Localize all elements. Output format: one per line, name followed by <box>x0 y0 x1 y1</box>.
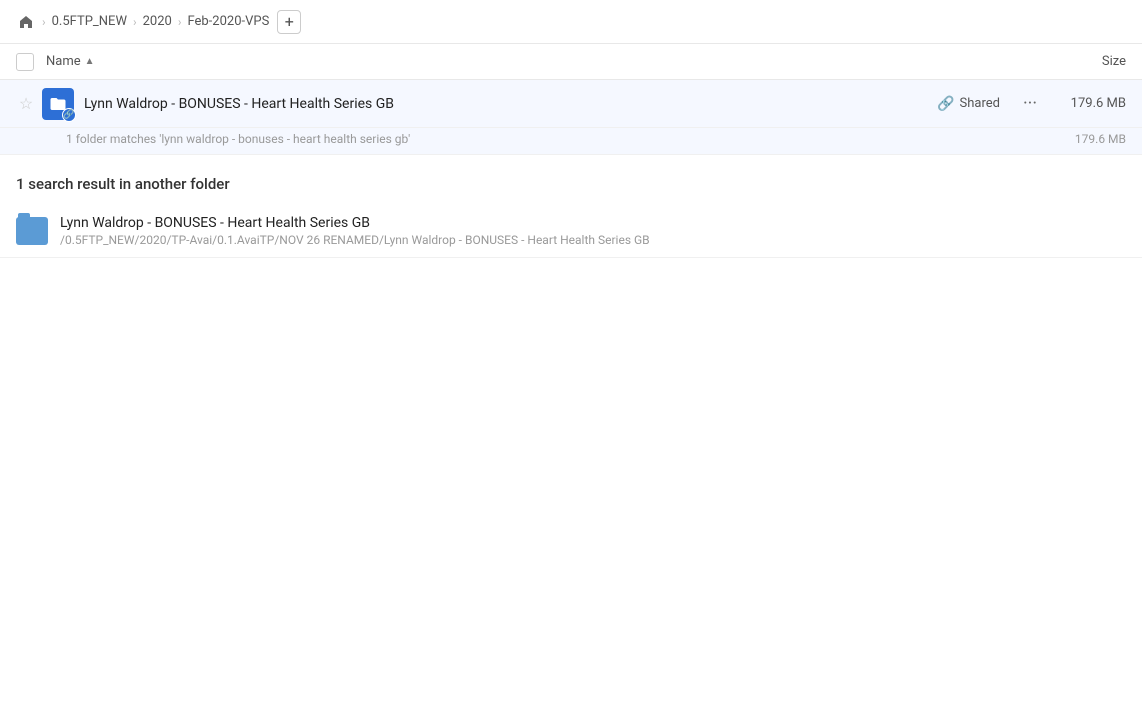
item-name-label: Lynn Waldrop - BONUSES - Heart Health Se… <box>84 96 937 112</box>
breadcrumb-sep-1: › <box>42 15 46 29</box>
folder-icon <box>16 217 48 245</box>
breadcrumb-item-2[interactable]: Feb-2020-VPS <box>187 14 269 29</box>
breadcrumb-item-1[interactable]: 2020 <box>143 14 172 29</box>
name-column-header[interactable]: Name ▲ <box>46 54 95 69</box>
match-hint-size: 179.6 MB <box>1075 132 1126 146</box>
more-options-button[interactable]: ··· <box>1016 90 1044 118</box>
select-all-checkbox[interactable] <box>16 53 34 71</box>
shared-label: 🔗 Shared <box>937 96 1000 112</box>
search-result-name: Lynn Waldrop - BONUSES - Heart Health Se… <box>60 215 650 231</box>
search-result-item[interactable]: Lynn Waldrop - BONUSES - Heart Health Se… <box>0 205 1142 258</box>
shared-text: Shared <box>960 96 1000 111</box>
item-size-label: 179.6 MB <box>1056 96 1126 111</box>
search-result-path: /0.5FTP_NEW/2020/TP-Avai/0.1.AvaiTP/NOV … <box>60 233 650 247</box>
name-column-label: Name <box>46 54 81 69</box>
match-hint-row: 1 folder matches 'lynn waldrop - bonuses… <box>0 128 1142 155</box>
home-icon[interactable] <box>16 12 36 32</box>
breadcrumb-sep-2: › <box>133 15 137 29</box>
breadcrumb: › 0.5FTP_NEW › 2020 › Feb-2020-VPS + <box>0 0 1142 44</box>
match-hint-text: 1 folder matches 'lynn waldrop - bonuses… <box>66 132 410 146</box>
column-header: Name ▲ Size <box>0 44 1142 80</box>
breadcrumb-sep-3: › <box>178 15 182 29</box>
search-result-text: Lynn Waldrop - BONUSES - Heart Health Se… <box>60 215 650 247</box>
link-icon: 🔗 <box>937 96 954 112</box>
main-item-row[interactable]: ☆ 🔗 Lynn Waldrop - BONUSES - Heart Healt… <box>0 80 1142 128</box>
breadcrumb-item-0[interactable]: 0.5FTP_NEW <box>52 14 127 29</box>
folder-shared-icon: 🔗 <box>42 88 74 120</box>
link-badge-icon: 🔗 <box>62 108 76 122</box>
add-breadcrumb-button[interactable]: + <box>277 10 301 34</box>
sort-arrow-icon: ▲ <box>85 56 95 67</box>
section-heading: 1 search result in another folder <box>0 155 1142 205</box>
star-icon[interactable]: ☆ <box>16 94 36 114</box>
size-column-header[interactable]: Size <box>1102 54 1126 69</box>
